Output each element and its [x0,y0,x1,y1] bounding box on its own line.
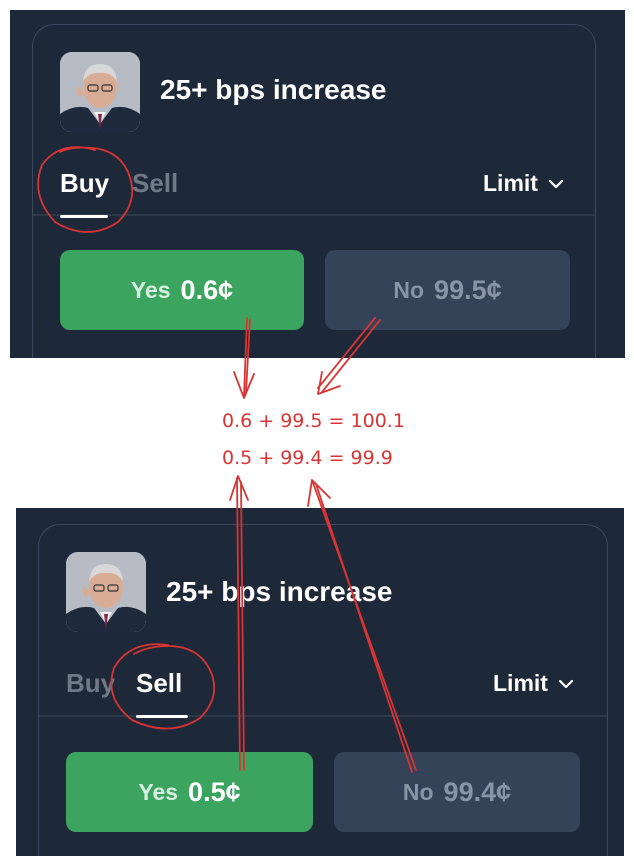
no-price: 99.5¢ [434,274,502,305]
market-panel-sell: 25+ bps increase Buy Sell Limit Yes 0.5¢… [16,508,624,856]
tab-divider [33,214,595,216]
market-avatar [60,52,140,132]
market-title: 25+ bps increase [166,576,393,607]
yes-label: Yes [138,778,179,805]
tab-sell[interactable]: Sell [136,668,182,699]
tab-sell[interactable]: Sell [132,168,178,199]
yes-price: 0.5¢ [188,776,241,807]
person-photo-icon [60,52,140,132]
active-tab-indicator [60,215,108,218]
yes-outcome-button[interactable]: Yes 0.5¢ [66,752,313,832]
market-title: 25+ bps increase [160,74,387,105]
market-panel-buy: 25+ bps increase Buy Sell Limit Yes 0.6¢… [10,10,625,358]
no-label: No [402,778,434,805]
active-tab-indicator [136,715,188,718]
market-avatar [66,552,146,632]
person-photo-icon [66,552,146,632]
tab-buy[interactable]: Buy [60,168,109,199]
yes-label: Yes [130,276,171,303]
chevron-down-icon [548,179,564,188]
yes-outcome-button[interactable]: Yes 0.6¢ [60,250,304,330]
order-type-label: Limit [493,670,548,696]
order-type-dropdown[interactable]: Limit [493,670,574,697]
no-outcome-button[interactable]: No 99.4¢ [334,752,580,832]
tab-divider [39,715,607,717]
tab-buy[interactable]: Buy [66,668,115,699]
no-outcome-button[interactable]: No 99.5¢ [325,250,570,330]
yes-price: 0.6¢ [180,274,234,305]
order-type-label: Limit [483,170,538,196]
annotation-sum-sell: 0.5 + 99.4 = 99.9 [222,447,393,469]
chevron-down-icon [558,679,574,688]
annotation-sum-buy: 0.6 + 99.5 = 100.1 [222,410,405,432]
no-price: 99.4¢ [443,776,512,807]
order-type-dropdown[interactable]: Limit [483,170,564,197]
no-label: No [393,276,425,303]
